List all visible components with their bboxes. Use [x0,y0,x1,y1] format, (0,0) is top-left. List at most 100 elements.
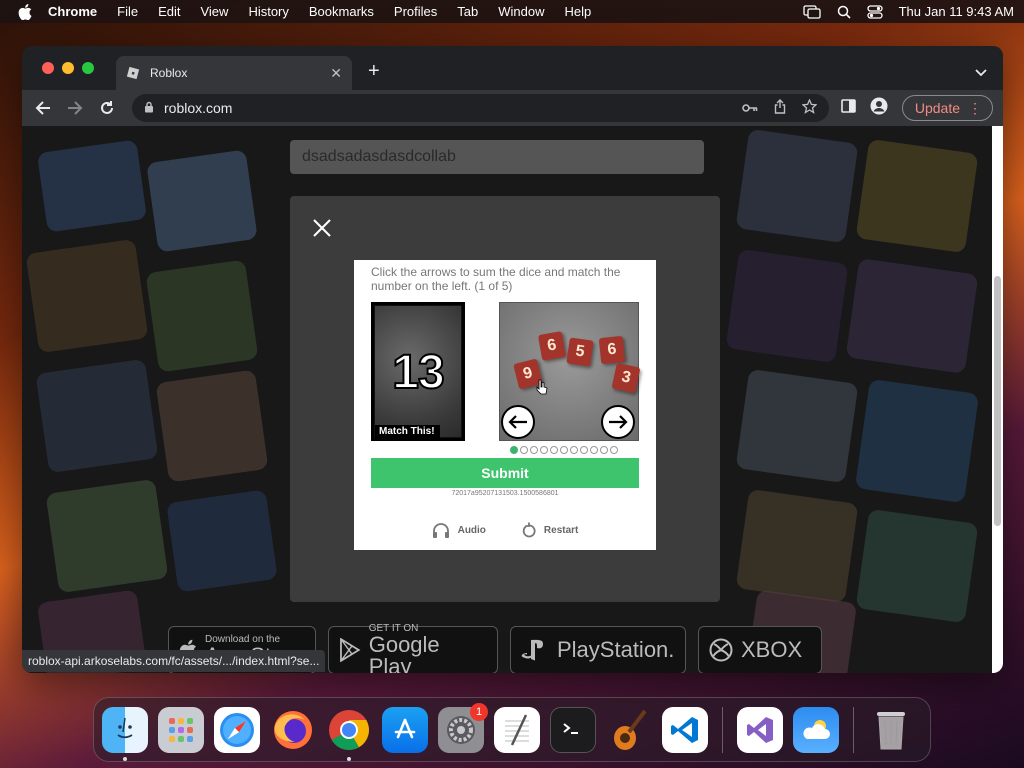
share-icon[interactable] [774,99,786,117]
tab-title: Roblox [150,66,188,80]
menu-help[interactable]: Help [565,4,592,19]
launchpad-icon[interactable] [158,706,204,753]
app-store-icon[interactable] [382,706,428,753]
spotlight-search-icon[interactable] [837,5,851,19]
pager-dot [610,446,618,454]
tab-roblox[interactable]: Roblox ✕ [116,56,352,90]
scrollbar-thumb[interactable] [994,276,1001,526]
page-scrollbar[interactable] [992,126,1003,673]
pager-dot [580,446,588,454]
previous-arrow-button[interactable] [501,405,535,439]
captcha-footer: Audio Restart [354,522,656,538]
captcha-frame: Click the arrows to sum the dice and mat… [354,260,656,550]
browser-toolbar: roblox.com Update ⋮ [22,90,1003,126]
verification-modal: Click the arrows to sum the dice and mat… [290,196,720,602]
pager-dot [600,446,608,454]
profile-avatar-icon[interactable] [870,97,888,120]
minimize-window-button[interactable] [62,62,74,74]
back-arrow-icon[interactable] [32,97,54,119]
audio-button[interactable]: Audio [432,522,486,538]
menu-bookmarks[interactable]: Bookmarks [309,4,374,19]
pager-dot [550,446,558,454]
menu-window[interactable]: Window [498,4,544,19]
restart-button[interactable]: Restart [522,522,578,538]
tab-search-chevron-icon[interactable] [975,64,987,82]
headphones-icon [432,523,449,538]
menu-bar: Chrome File Edit View History Bookmarks … [0,0,1024,23]
next-arrow-button[interactable] [601,405,635,439]
system-settings-icon[interactable]: 1 [438,702,488,753]
vscode-icon[interactable] [662,706,708,753]
update-chrome-button[interactable]: Update ⋮ [901,95,993,121]
finder-icon[interactable] [102,706,148,761]
google-play-icon [340,638,361,662]
menu-history[interactable]: History [248,4,288,19]
url-text: roblox.com [164,100,233,116]
pager-dot [570,446,578,454]
menu-tab[interactable]: Tab [457,4,478,19]
xbox-logo-icon [709,638,733,662]
close-modal-icon[interactable] [312,218,332,238]
page-viewport: dsadsadasdasdcollab Click the arrows to … [22,126,992,673]
target-number: 13 [391,345,445,400]
update-label: Update [914,100,960,116]
forward-arrow-icon[interactable] [64,97,86,119]
audio-label: Audio [457,524,486,536]
pager-dot [540,446,548,454]
username-input[interactable]: dsadsadasdasdcollab [290,140,704,174]
safari-icon[interactable] [214,706,260,753]
menu-app-name[interactable]: Chrome [48,4,97,19]
control-center-icon[interactable] [866,4,883,19]
mouse-pointer-icon [536,379,548,400]
playstation-text: PlayStation. [557,637,675,662]
menu-profiles[interactable]: Profiles [394,4,437,19]
xbox-text: XBOX [741,637,803,662]
side-panel-icon[interactable] [841,98,856,118]
xbox-badge[interactable]: XBOX [698,626,822,673]
playstation-badge[interactable]: PlayStation. [510,626,686,673]
dice-image-panel: 6 5 6 9 3 [499,302,641,441]
match-target-card: 13 Match This! [371,302,465,441]
tab-close-icon[interactable]: ✕ [330,65,342,82]
address-bar[interactable]: roblox.com [132,94,829,122]
dock: 1 [93,697,931,762]
weather-icon[interactable] [793,706,839,753]
site-info-lock-icon[interactable] [144,100,154,116]
garageband-icon[interactable] [606,707,652,753]
new-tab-button[interactable]: + [368,60,380,83]
zoom-window-button[interactable] [82,62,94,74]
pager-dot [560,446,568,454]
die: 5 [566,337,594,367]
submit-button[interactable]: Submit [371,458,639,488]
die: 3 [611,362,641,394]
menu-view[interactable]: View [200,4,228,19]
pager-dot [510,446,518,454]
restart-icon [522,522,536,538]
terminal-icon[interactable] [550,706,596,753]
chrome-icon[interactable] [326,707,372,761]
restart-label: Restart [543,524,579,536]
firefox-icon[interactable] [270,707,316,753]
apple-menu-icon[interactable] [18,3,34,20]
session-id: 72017a95207131503.1500586801 [451,490,559,497]
reload-icon[interactable] [96,97,118,119]
pager-dot [590,446,598,454]
trash-icon[interactable] [868,707,914,753]
screen-mirroring-icon[interactable] [802,4,821,19]
google-play-badge[interactable]: GET IT ON Google Play [328,623,498,673]
menu-edit[interactable]: Edit [158,4,180,19]
captcha-instruction: Click the arrows to sum the dice and mat… [371,265,621,293]
pager-dot [520,446,528,454]
password-key-icon[interactable] [742,100,758,116]
more-options-icon[interactable]: ⋮ [968,100,982,117]
bookmark-star-icon[interactable] [801,98,818,117]
menu-file[interactable]: File [117,4,138,19]
textedit-icon[interactable] [494,706,540,753]
settings-badge: 1 [470,702,488,721]
menu-clock[interactable]: Thu Jan 11 9:43 AM [899,4,1014,19]
playstation-logo-icon [521,639,543,661]
tab-strip: Roblox ✕ + [22,46,1003,90]
visual-studio-icon[interactable] [737,706,783,753]
match-this-label: Match This! [375,425,440,438]
close-window-button[interactable] [42,62,54,74]
